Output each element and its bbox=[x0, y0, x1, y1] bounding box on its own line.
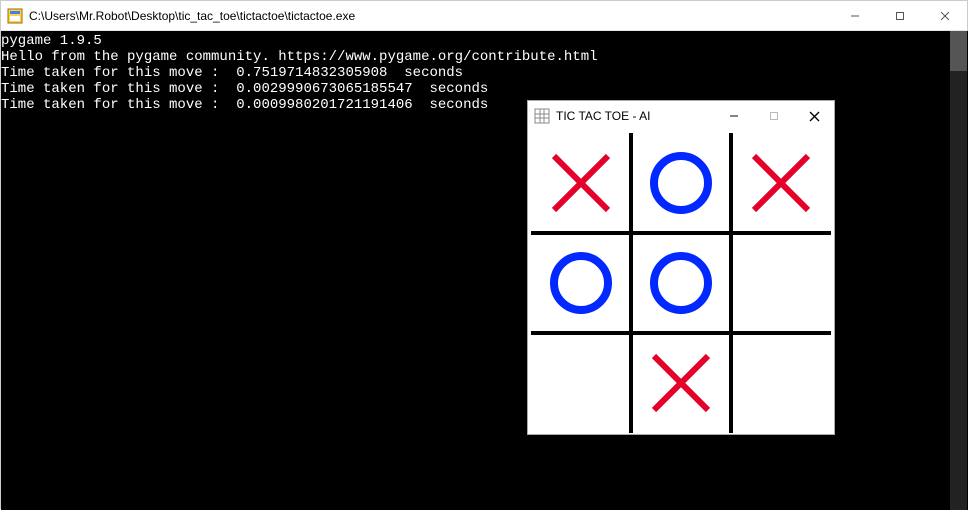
game-maximize-button bbox=[754, 101, 794, 131]
console-title: C:\Users\Mr.Robot\Desktop\tic_tac_toe\ti… bbox=[29, 9, 832, 23]
console-app-icon bbox=[7, 8, 23, 24]
console-scrollbar[interactable] bbox=[950, 31, 967, 510]
board-cell-1-1 bbox=[631, 233, 731, 333]
x-mark-icon bbox=[546, 148, 616, 218]
o-mark-icon bbox=[546, 248, 616, 318]
game-title: TIC TAC TOE - AI bbox=[556, 109, 714, 123]
game-board bbox=[531, 133, 831, 433]
game-window-controls bbox=[714, 101, 834, 131]
console-titlebar[interactable]: C:\Users\Mr.Robot\Desktop\tic_tac_toe\ti… bbox=[1, 1, 967, 31]
console-window-controls bbox=[832, 1, 967, 30]
o-mark-icon bbox=[646, 148, 716, 218]
console-scrollbar-thumb[interactable] bbox=[950, 31, 967, 71]
game-minimize-button[interactable] bbox=[714, 101, 754, 131]
board-cell-0-1 bbox=[631, 133, 731, 233]
minimize-button[interactable] bbox=[832, 1, 877, 30]
game-close-button[interactable] bbox=[794, 101, 834, 131]
board-cell-1-2[interactable] bbox=[731, 233, 831, 333]
game-app-icon bbox=[534, 108, 550, 124]
board-cell-2-1 bbox=[631, 333, 731, 433]
close-button[interactable] bbox=[922, 1, 967, 30]
board-cell-1-0 bbox=[531, 233, 631, 333]
board-cell-2-0[interactable] bbox=[531, 333, 631, 433]
board-cell-2-2[interactable] bbox=[731, 333, 831, 433]
maximize-button[interactable] bbox=[877, 1, 922, 30]
o-mark-icon bbox=[646, 248, 716, 318]
x-mark-icon bbox=[646, 348, 716, 418]
board-cell-0-0 bbox=[531, 133, 631, 233]
game-window: TIC TAC TOE - AI bbox=[527, 100, 835, 435]
board-cell-0-2 bbox=[731, 133, 831, 233]
game-titlebar[interactable]: TIC TAC TOE - AI bbox=[528, 101, 834, 131]
x-mark-icon bbox=[746, 148, 816, 218]
